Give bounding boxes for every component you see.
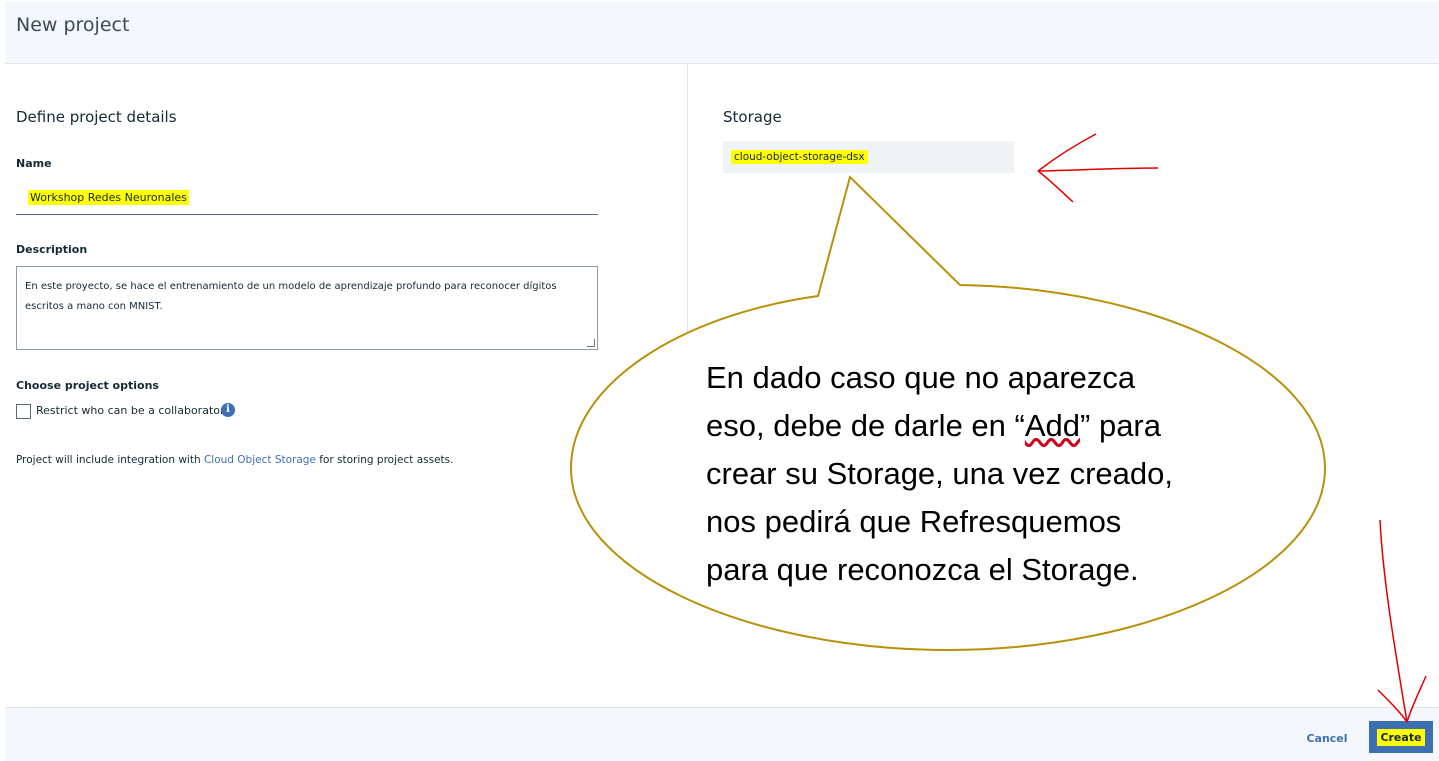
annotation-text: En dado caso que no aparezca eso, debe d… [706,354,1226,594]
annotation-line-4: nos pedirá que Refresquemos [706,504,1122,539]
integration-text: Project will include integration with Cl… [16,454,453,466]
cancel-button[interactable]: Cancel [1299,728,1355,748]
details-section-title: Define project details [16,108,177,126]
storage-section-title: Storage [723,108,782,126]
integration-suffix: for storing project assets. [315,454,454,466]
resize-grip-icon[interactable] [587,339,595,347]
header: New project [5,2,1439,64]
cloud-object-storage-link[interactable]: Cloud Object Storage [204,454,316,466]
name-value: Workshop Redes Neuronales [28,190,189,205]
restrict-checkbox[interactable] [16,404,31,419]
restrict-label: Restrict who can be a collaborator [36,404,225,417]
create-arrow-icon [1377,519,1427,723]
annotation-line-1: En dado caso que no aparezca [706,360,1136,395]
annotation-line-2: eso, debe de darle en “Add” para [706,402,1226,450]
description-label: Description [16,243,88,256]
footer: Cancel Create [5,707,1439,761]
page-title: New project [16,14,130,36]
storage-arrow-icon [1037,133,1159,203]
create-button[interactable]: Create [1369,721,1433,753]
storage-field[interactable]: cloud-object-storage-dsx [723,141,1014,173]
create-button-label: Create [1377,729,1425,746]
annotation-line-3: crear su Storage, una vez creado, [706,456,1173,491]
panel-divider [687,64,688,394]
description-value: En este proyecto, se hace el entrenamien… [25,281,557,312]
annotation-line-5: para que reconozca el Storage. [706,552,1139,587]
name-input[interactable]: Workshop Redes Neuronales [16,178,598,215]
description-textarea[interactable]: En este proyecto, se hace el entrenamien… [16,266,598,350]
storage-value: cloud-object-storage-dsx [731,150,868,164]
info-icon[interactable]: i [221,403,235,417]
annotation-line-2b: ” para [1080,408,1161,443]
integration-prefix: Project will include integration with [16,454,204,466]
annotation-add-word: Add [1024,408,1081,443]
name-label: Name [16,157,52,170]
options-label: Choose project options [16,379,159,392]
annotation-line-2a: eso, debe de darle en “ [706,408,1025,443]
